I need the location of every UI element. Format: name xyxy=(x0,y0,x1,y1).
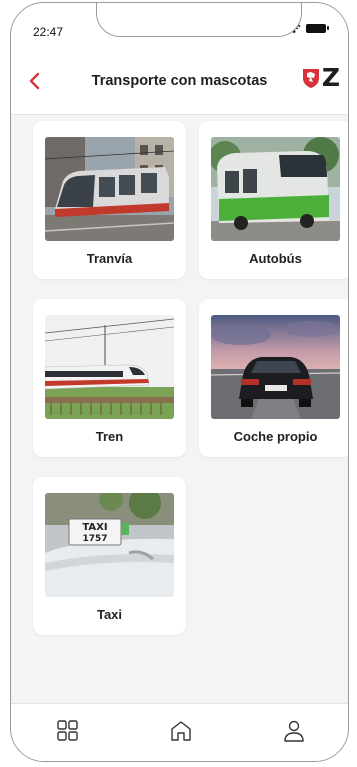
status-time: 22:47 xyxy=(33,25,64,39)
logo-letter: Z xyxy=(321,63,340,92)
card-coche-propio[interactable]: Coche propio xyxy=(199,299,348,457)
card-autobus[interactable]: Autobús xyxy=(199,121,348,279)
grid-icon[interactable] xyxy=(55,718,81,744)
home-icon[interactable] xyxy=(168,718,194,744)
app-header: Transporte con mascotas Z xyxy=(11,47,348,115)
page-title: Transporte con mascotas xyxy=(91,73,268,89)
card-label: Taxi xyxy=(96,607,123,622)
device-notch xyxy=(96,3,302,37)
taxi-image: TAXI 1757 xyxy=(45,493,174,597)
card-tranvia[interactable]: Tranvía xyxy=(33,121,186,279)
taxi-sign-line2: 1757 xyxy=(82,534,107,544)
phone-frame: 22:47 Transporte con mascotas Z Tranvía … xyxy=(10,2,349,762)
card-label: Autobús xyxy=(249,251,302,266)
card-label: Coche propio xyxy=(233,429,318,444)
card-taxi[interactable]: TAXI 1757 Taxi xyxy=(33,477,186,635)
card-label: Tranvía xyxy=(86,251,133,266)
zaragoza-logo: Z xyxy=(301,65,340,90)
shield-logo-icon xyxy=(302,68,319,88)
card-tren[interactable]: Tren xyxy=(33,299,186,457)
card-label: Tren xyxy=(95,429,124,444)
taxi-sign-line1: TAXI xyxy=(82,522,107,533)
car-image xyxy=(211,315,340,419)
tram-image xyxy=(45,137,174,241)
battery-icon xyxy=(306,23,329,33)
train-image xyxy=(45,315,174,419)
bus-image xyxy=(211,137,340,241)
bottom-tab-bar xyxy=(11,703,348,761)
profile-icon[interactable] xyxy=(281,718,307,744)
